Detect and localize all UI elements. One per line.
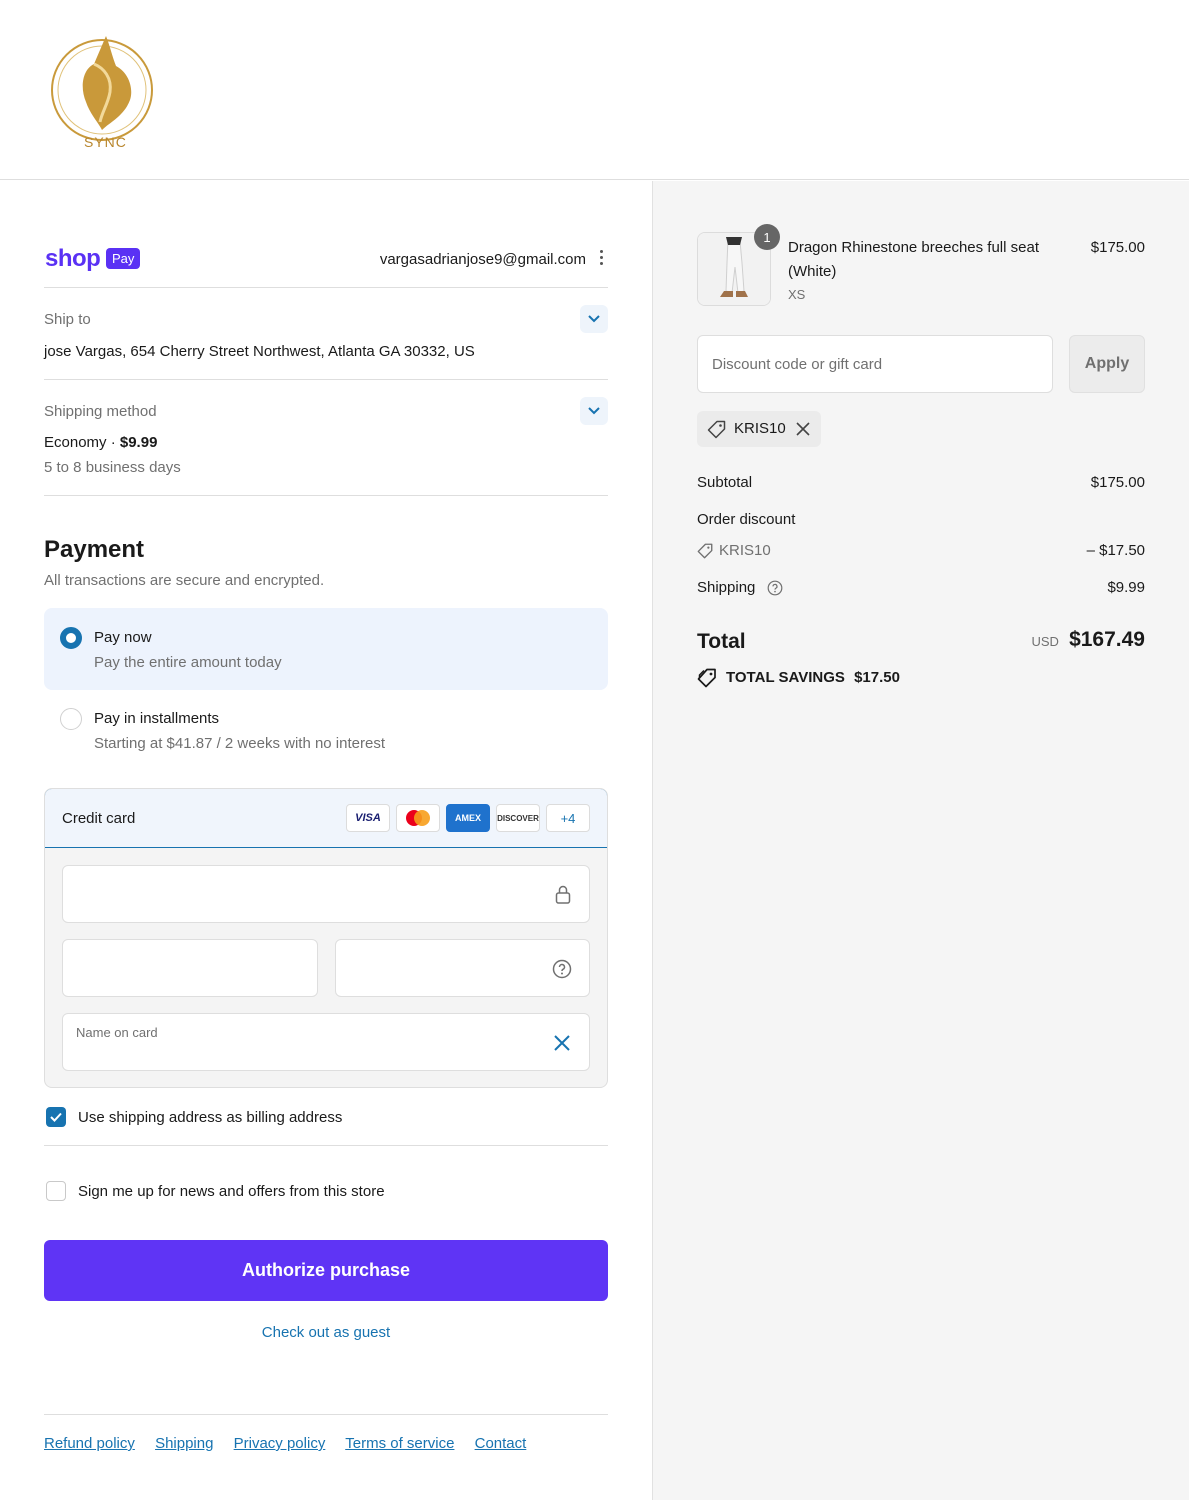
divider [44,1145,608,1146]
option-title: Pay in installments [94,710,220,727]
logo-text: SYNC [84,134,127,150]
divider [44,1414,608,1415]
total-savings-value: $17.50 [854,669,900,686]
option-desc: Pay the entire amount today [94,654,282,671]
visa-icon: VISA [346,804,390,832]
subtotal-value: $175.00 [1090,474,1145,491]
amex-icon: AMEX [446,804,490,832]
close-icon[interactable] [553,1034,571,1052]
shop-logo: shop [45,245,101,272]
credit-card-header[interactable]: Credit card VISA AMEX DISCOVER +4 [45,789,607,848]
currency-code: USD [1031,634,1059,649]
shipping-value: $9.99 [1107,579,1145,596]
checkout-as-guest-link[interactable]: Check out as guest [44,1324,608,1341]
shipping-method-section: Shipping method Economy · $9.99 5 to 8 b… [44,397,608,476]
payment-option-installments[interactable]: Pay in installments Starting at $41.87 /… [44,689,608,771]
help-circle-icon[interactable] [552,959,572,979]
product-price: $175.00 [1090,239,1145,256]
discount-code-input[interactable]: Discount code or gift card [697,335,1053,393]
shipping-label: Shipping [697,579,756,596]
footer-links: Refund policy Shipping Privacy policy Te… [44,1435,542,1452]
ship-to-label: Ship to [44,311,91,328]
order-discount-code: KRIS10 [719,542,771,559]
product-name-line2: (White) [788,263,837,280]
terms-of-service-link[interactable]: Terms of service [345,1435,454,1452]
privacy-policy-link[interactable]: Privacy policy [234,1435,326,1452]
chevron-down-icon [588,407,600,415]
tag-icon [707,420,726,439]
shipping-eta: 5 to 8 business days [44,459,181,476]
name-on-card-field[interactable]: Name on card [62,1013,590,1071]
shop-pay-bar: shop Pay vargasadrianjose9@gmail.com [44,245,608,275]
option-title: Pay now [94,629,152,646]
billing-same-label: Use shipping address as billing address [78,1109,343,1126]
product-name: Dragon Rhinestone breeches full seat [788,239,1039,256]
payment-option-pay-now[interactable]: Pay now Pay the entire amount today [44,608,608,690]
credit-card-box: Credit card VISA AMEX DISCOVER +4 Name o… [44,788,608,1088]
savings-tag-icon [697,668,716,688]
ship-to-expand-button[interactable] [580,305,608,333]
radio-unselected[interactable] [60,708,82,730]
applied-code-label: KRIS10 [734,420,786,437]
header: SYNC [0,0,1189,180]
more-options-icon[interactable] [598,250,604,268]
option-desc: Starting at $41.87 / 2 weeks with no int… [94,735,385,752]
contact-link[interactable]: Contact [475,1435,527,1452]
payment-title: Payment [44,536,145,563]
ship-to-address: jose Vargas, 654 Cherry Street Northwest… [44,343,475,360]
pay-badge: Pay [106,248,141,269]
authorize-purchase-button[interactable]: Authorize purchase [44,1240,608,1301]
expiration-date-field[interactable] [62,939,318,997]
divider [44,379,608,380]
shipping-method-name: Economy [44,434,107,451]
shipping-method-price: $9.99 [119,434,158,451]
separator: · [110,434,116,451]
tag-icon [697,543,713,559]
total-savings-label: TOTAL SAVINGS [726,669,845,686]
card-number-field[interactable] [62,865,590,923]
radio-selected[interactable] [60,627,82,649]
newsletter-checkbox[interactable] [46,1181,66,1201]
subtotal-label: Subtotal [697,474,753,491]
newsletter-label: Sign me up for news and offers from this… [78,1183,385,1200]
quantity-badge: 1 [754,224,780,250]
discount-placeholder: Discount code or gift card [712,356,883,373]
discover-icon: DISCOVER [496,804,540,832]
apply-discount-button[interactable]: Apply [1069,335,1145,393]
credit-card-label: Credit card [62,810,136,827]
refund-policy-link[interactable]: Refund policy [44,1435,135,1452]
order-discount-label: Order discount [697,511,796,528]
help-circle-icon[interactable] [767,580,783,596]
remove-discount-icon[interactable] [796,422,810,436]
product-variant: XS [788,287,806,302]
order-discount-amount: – $17.50 [1086,542,1145,559]
payment-subtitle: All transactions are secure and encrypte… [44,572,325,589]
total-block: USD $167.49 [1031,628,1145,652]
divider [44,287,608,288]
chevron-down-icon [588,315,600,323]
ship-to-section: Ship to jose Vargas, 654 Cherry Street N… [44,305,608,360]
more-cards-badge: +4 [546,804,590,832]
total-label: Total [697,630,746,653]
lock-icon [555,885,571,904]
account-email: vargasadrianjose9@gmail.com [379,251,586,268]
total-value: $167.49 [1069,628,1145,651]
mastercard-icon [396,804,440,832]
shipping-method-expand-button[interactable] [580,397,608,425]
checkmark-icon [50,1112,62,1122]
name-on-card-placeholder: Name on card [76,1025,158,1040]
applied-discount-chip: KRIS10 [697,411,821,447]
security-code-field[interactable] [335,939,590,997]
billing-same-checkbox[interactable] [46,1107,66,1127]
shipping-method-label: Shipping method [44,403,157,420]
divider [44,495,608,496]
shipping-link[interactable]: Shipping [155,1435,213,1452]
total-savings: TOTAL SAVINGS $17.50 [726,669,900,686]
